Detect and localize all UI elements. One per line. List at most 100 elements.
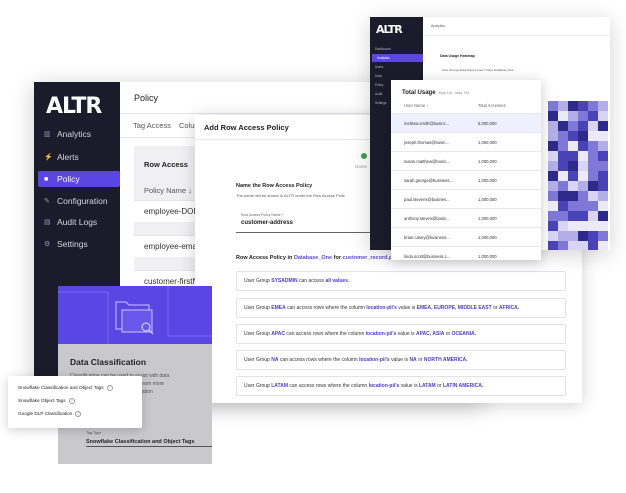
heatmap-cell[interactable] xyxy=(568,171,578,181)
tag-type-select[interactable]: Snowflake Classification and Object Tags xyxy=(86,439,194,445)
heatmap-cell[interactable] xyxy=(588,141,598,151)
heatmap-cell[interactable] xyxy=(568,191,578,201)
heatmap-cell[interactable] xyxy=(548,201,558,211)
heatmap-cell[interactable] xyxy=(568,231,578,241)
help-icon[interactable]: ? xyxy=(106,385,113,391)
heatmap-cell[interactable] xyxy=(568,241,578,250)
heatmap-cell[interactable] xyxy=(588,171,598,181)
heatmap-cell[interactable] xyxy=(558,161,568,171)
heatmap-cell[interactable] xyxy=(588,211,598,221)
table-row[interactable]: sarah.george@business... 1,000,000 xyxy=(391,170,541,189)
sidebar-item-audit-logs[interactable]: ▤ Audit Logs xyxy=(34,214,120,230)
table-row[interactable]: melissa.smith@businc... 5,000,000 xyxy=(391,113,541,132)
database-link[interactable]: Database_One xyxy=(294,255,332,261)
heatmap-cell[interactable] xyxy=(558,121,568,131)
heatmap-cell[interactable] xyxy=(558,151,568,161)
heatmap-cell[interactable] xyxy=(578,111,588,121)
heatmap-cell[interactable] xyxy=(598,151,608,161)
heatmap-cell[interactable] xyxy=(568,131,578,141)
heatmap-cell[interactable] xyxy=(598,181,608,191)
sidebar-item-analytics[interactable]: ▥ Analytics xyxy=(34,126,120,142)
heatmap-cell[interactable] xyxy=(558,221,568,231)
heatmap-cell[interactable] xyxy=(548,161,558,171)
heatmap-cell[interactable] xyxy=(558,111,568,121)
analytics-nav-item[interactable]: Data xyxy=(370,72,423,80)
tab-tag-access[interactable]: Tag Access xyxy=(133,121,171,130)
rule-row[interactable]: User Group SYSADMIN can access all value… xyxy=(236,271,566,291)
heatmap-cell[interactable] xyxy=(568,201,578,211)
heatmap-cell[interactable] xyxy=(578,131,588,141)
heatmap-cell[interactable] xyxy=(588,131,598,141)
policy-row[interactable]: employee-DOB xyxy=(134,200,204,222)
heatmap-cell[interactable] xyxy=(588,161,598,171)
heatmap-cell[interactable] xyxy=(558,211,568,221)
user-name-header[interactable]: User Name ↓ xyxy=(404,103,428,108)
heatmap-cell[interactable] xyxy=(578,101,588,111)
heatmap-cell[interactable] xyxy=(558,231,568,241)
heatmap-cell[interactable] xyxy=(548,101,558,111)
heatmap-cell[interactable] xyxy=(548,151,558,161)
heatmap-cell[interactable] xyxy=(598,201,608,211)
heatmap-cell[interactable] xyxy=(578,151,588,161)
heatmap-cell[interactable] xyxy=(598,221,608,231)
heatmap-cell[interactable] xyxy=(548,211,558,221)
dropdown-option[interactable]: Snowflake Object Tags? xyxy=(18,398,75,404)
heatmap-cell[interactable] xyxy=(578,121,588,131)
heatmap-cell[interactable] xyxy=(588,191,598,201)
heatmap-cell[interactable] xyxy=(548,171,558,181)
policy-name-field[interactable]: Row Access Policy Name * customer-addres… xyxy=(236,209,376,233)
heatmap-cell[interactable] xyxy=(578,231,588,241)
heatmap-filters[interactable]: User Groups Data Source Last 7 Days Data… xyxy=(442,68,513,72)
heatmap-cell[interactable] xyxy=(598,231,608,241)
analytics-nav-item[interactable]: Users xyxy=(370,63,423,71)
heatmap-cell[interactable] xyxy=(598,211,608,221)
analytics-nav-item[interactable]: Analytics xyxy=(372,54,423,62)
heatmap-cell[interactable] xyxy=(598,191,608,201)
table-row[interactable]: brian.casey@business... 1,000,000 xyxy=(391,227,541,246)
rule-row[interactable]: User Group LATAM can access rows where t… xyxy=(236,376,566,396)
heatmap-cell[interactable] xyxy=(578,171,588,181)
heatmap-cell[interactable] xyxy=(548,231,558,241)
heatmap-cell[interactable] xyxy=(598,101,608,111)
heatmap-cell[interactable] xyxy=(548,191,558,201)
heatmap-cell[interactable] xyxy=(568,111,578,121)
heatmap-cell[interactable] xyxy=(558,131,568,141)
heatmap-cell[interactable] xyxy=(558,171,568,181)
heatmap-cell[interactable] xyxy=(568,141,578,151)
heatmap-cell[interactable] xyxy=(588,221,598,231)
heatmap-cell[interactable] xyxy=(588,231,598,241)
heatmap-cell[interactable] xyxy=(548,181,558,191)
table-row[interactable]: susan.matthew@busin... 1,000,000 xyxy=(391,151,541,170)
rule-row[interactable]: User Group EMEA can access rows where th… xyxy=(236,298,566,318)
heatmap-cell[interactable] xyxy=(598,161,608,171)
heatmap-cell[interactable] xyxy=(568,161,578,171)
heatmap-cell[interactable] xyxy=(588,111,598,121)
heatmap-cell[interactable] xyxy=(598,121,608,131)
heatmap-cell[interactable] xyxy=(568,151,578,161)
heatmap-cell[interactable] xyxy=(568,221,578,231)
help-icon[interactable]: ? xyxy=(75,411,82,417)
heatmap-cell[interactable] xyxy=(588,201,598,211)
heatmap-cell[interactable] xyxy=(548,241,558,250)
heatmap-cell[interactable] xyxy=(568,121,578,131)
field-value[interactable]: customer-address xyxy=(241,220,293,226)
sidebar-item-configuration[interactable]: ✎ Configuration xyxy=(34,193,120,209)
total-accesses-header[interactable]: Total Accesses xyxy=(478,103,506,108)
heatmap-cell[interactable] xyxy=(558,141,568,151)
heatmap-cell[interactable] xyxy=(558,241,568,250)
table-row[interactable]: anthony.steven@busin... 1,000,000 xyxy=(391,208,541,227)
heatmap-cell[interactable] xyxy=(568,101,578,111)
heatmap-cell[interactable] xyxy=(548,121,558,131)
rule-row[interactable]: User Group APAC can access rows where th… xyxy=(236,324,566,344)
dropdown-option[interactable]: Snowflake Classification and Object Tags… xyxy=(18,385,113,391)
heatmap-cell[interactable] xyxy=(578,241,588,250)
heatmap-cell[interactable] xyxy=(598,131,608,141)
heatmap-cell[interactable] xyxy=(588,121,598,131)
heatmap-cell[interactable] xyxy=(578,201,588,211)
heatmap-cell[interactable] xyxy=(558,181,568,191)
heatmap-cell[interactable] xyxy=(578,181,588,191)
heatmap-cell[interactable] xyxy=(578,191,588,201)
heatmap-cell[interactable] xyxy=(548,131,558,141)
policy-name-header[interactable]: Policy Name ↓ xyxy=(144,186,192,195)
rule-row[interactable]: User Group NA can access rows where the … xyxy=(236,350,566,370)
